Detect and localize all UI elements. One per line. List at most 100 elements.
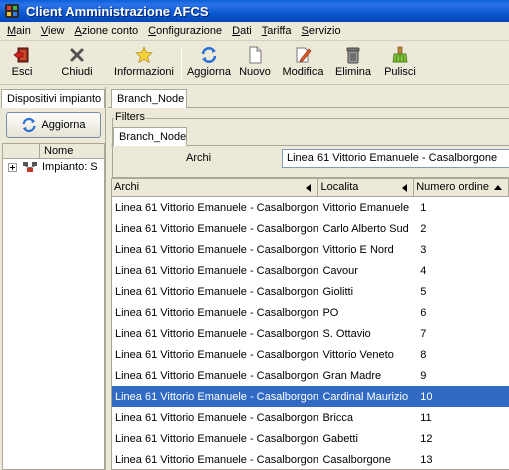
sort-left-arrow-icon xyxy=(402,184,408,192)
cell-numero-ordine: 1 xyxy=(420,201,427,214)
table-row[interactable]: Linea 61 Vittorio Emanuele - Casalborgon… xyxy=(112,260,509,281)
table-row[interactable]: Linea 61 Vittorio Emanuele - Casalborgon… xyxy=(112,386,509,407)
cell-localita: S. Ottavio xyxy=(322,327,371,340)
cell-numero-ordine: 10 xyxy=(420,390,433,403)
nuovo-button[interactable]: Nuovo xyxy=(233,42,277,85)
filter-archi-label: Archi xyxy=(186,152,212,164)
device-tree[interactable]: Nome Impianto: S xyxy=(2,143,105,470)
aggiorna-button[interactable]: Aggiorna xyxy=(6,112,101,138)
cell-localita: PO xyxy=(322,306,339,319)
table-row[interactable]: Linea 61 Vittorio Emanuele - Casalborgon… xyxy=(112,197,509,218)
pulisci-label: Pulisci xyxy=(384,66,416,78)
cell-archi: Linea 61 Vittorio Emanuele - Casalborgon… xyxy=(115,243,319,256)
nuovo-label: Nuovo xyxy=(239,66,271,78)
left-panel: Dispositivi impianto Aggiorna Nome Impia… xyxy=(0,87,106,470)
informazioni-button[interactable]: Informazioni xyxy=(110,42,178,85)
column-header-archi[interactable]: Archi xyxy=(112,179,319,196)
cell-localita: Gabetti xyxy=(322,432,358,445)
tree-header: Nome xyxy=(3,144,104,159)
tab-dispositivi-impianto[interactable]: Dispositivi impianto xyxy=(1,89,105,108)
cell-localita: Casalborgone xyxy=(322,453,391,466)
chiudi-label: Chiudi xyxy=(61,66,93,78)
table-body: Linea 61 Vittorio Emanuele - Casalborgon… xyxy=(112,197,509,469)
elimina-button[interactable]: Elimina xyxy=(329,42,377,85)
title-bar[interactable]: Client Amministrazione AFCS xyxy=(0,0,509,22)
window-title: Client Amministrazione AFCS xyxy=(26,3,209,19)
sort-left-arrow-icon xyxy=(306,184,312,192)
table-row[interactable]: Linea 61 Vittorio Emanuele - Casalborgon… xyxy=(112,365,509,386)
table-row[interactable]: Linea 61 Vittorio Emanuele - Casalborgon… xyxy=(112,407,509,428)
column-header-label: Numero ordine xyxy=(416,181,489,193)
cell-archi: Linea 61 Vittorio Emanuele - Casalborgon… xyxy=(115,390,319,403)
cell-localita: Giolitti xyxy=(322,285,354,298)
aggiorna-toolbar-button[interactable]: Aggiorna xyxy=(185,42,233,85)
esci-label: Esci xyxy=(11,66,33,78)
tree-item-impianto[interactable]: Impianto: S xyxy=(3,159,104,175)
tree-item-label: Impianto: S xyxy=(42,161,98,173)
table-row[interactable]: Linea 61 Vittorio Emanuele - Casalborgon… xyxy=(112,302,509,323)
aggiorna-toolbar-label: Aggiorna xyxy=(186,66,232,78)
table-header: Archi Localita Numero ordine xyxy=(112,179,509,197)
filters-label: Filters xyxy=(114,111,146,123)
column-header-label: Archi xyxy=(114,181,140,193)
table-row[interactable]: Linea 61 Vittorio Emanuele - Casalborgon… xyxy=(112,218,509,239)
cell-archi: Linea 61 Vittorio Emanuele - Casalborgon… xyxy=(115,369,319,382)
cell-numero-ordine: 12 xyxy=(420,432,433,445)
cell-numero-ordine: 5 xyxy=(420,285,427,298)
cell-archi: Linea 61 Vittorio Emanuele - Casalborgon… xyxy=(115,264,319,277)
menu-tariffa[interactable]: Tariffa xyxy=(257,22,297,41)
cell-numero-ordine: 6 xyxy=(420,306,427,319)
toolbar: Esci Chiudi Informazioni Aggiorna Nuovo … xyxy=(0,42,509,85)
table-row[interactable]: Linea 61 Vittorio Emanuele - Casalborgon… xyxy=(112,449,509,469)
cell-numero-ordine: 3 xyxy=(420,243,427,256)
menu-configurazione[interactable]: Configurazione xyxy=(143,22,227,41)
tree-header-nome[interactable]: Nome xyxy=(40,144,104,158)
menu-mnemonic: A xyxy=(74,24,82,37)
menu-view[interactable]: View xyxy=(36,22,70,41)
cell-archi: Linea 61 Vittorio Emanuele - Casalborgon… xyxy=(115,327,319,340)
cell-numero-ordine: 7 xyxy=(420,327,427,340)
refresh-icon xyxy=(21,117,37,133)
table-row[interactable]: Linea 61 Vittorio Emanuele - Casalborgon… xyxy=(112,344,509,365)
expand-plus-icon[interactable] xyxy=(8,162,17,172)
cell-archi: Linea 61 Vittorio Emanuele - Casalborgon… xyxy=(115,222,319,235)
cell-numero-ordine: 8 xyxy=(420,348,427,361)
close-x-icon xyxy=(68,46,86,64)
table-row[interactable]: Linea 61 Vittorio Emanuele - Casalborgon… xyxy=(112,323,509,344)
aggiorna-button-label: Aggiorna xyxy=(41,119,86,131)
filter-archi-field[interactable]: Linea 61 Vittorio Emanuele - Casalborgon… xyxy=(282,149,509,168)
cell-archi: Linea 61 Vittorio Emanuele - Casalborgon… xyxy=(115,432,319,445)
cell-localita: Gran Madre xyxy=(322,369,382,382)
data-table[interactable]: Archi Localita Numero ordine Linea 61 Vi… xyxy=(111,178,509,470)
esci-button[interactable]: Esci xyxy=(0,42,44,85)
menu-label-rest: iew xyxy=(48,24,65,37)
menu-servizio[interactable]: Servizio xyxy=(296,22,345,41)
menu-label-rest: ati xyxy=(240,24,252,37)
cell-localita: Cavour xyxy=(322,264,358,277)
filter-tab-branch-node[interactable]: Branch_Node xyxy=(113,127,187,146)
cell-numero-ordine: 4 xyxy=(420,264,427,277)
table-row[interactable]: Linea 61 Vittorio Emanuele - Casalborgon… xyxy=(112,281,509,302)
cell-localita: Vittorio Veneto xyxy=(322,348,394,361)
cell-localita: Bricca xyxy=(322,411,354,424)
modifica-button[interactable]: Modifica xyxy=(277,42,329,85)
tree-header-spacer xyxy=(3,144,40,158)
cell-archi: Linea 61 Vittorio Emanuele - Casalborgon… xyxy=(115,453,319,466)
cell-archi: Linea 61 Vittorio Emanuele - Casalborgon… xyxy=(115,201,319,214)
table-row[interactable]: Linea 61 Vittorio Emanuele - Casalborgon… xyxy=(112,239,509,260)
pulisci-button[interactable]: Pulisci xyxy=(377,42,423,85)
refresh-icon xyxy=(200,46,218,64)
column-header-numero-ordine[interactable]: Numero ordine xyxy=(414,179,509,196)
menu-azione-conto[interactable]: Azione conto xyxy=(70,22,144,41)
tab-branch-node[interactable]: Branch_Node xyxy=(111,89,187,108)
menu-main[interactable]: Main xyxy=(0,22,36,41)
table-row[interactable]: Linea 61 Vittorio Emanuele - Casalborgon… xyxy=(112,428,509,449)
plant-network-icon xyxy=(22,161,38,173)
chiudi-button[interactable]: Chiudi xyxy=(44,42,110,85)
column-header-localita[interactable]: Localita xyxy=(318,179,415,196)
cell-archi: Linea 61 Vittorio Emanuele - Casalborgon… xyxy=(115,348,319,361)
menu-dati[interactable]: Dati xyxy=(227,22,257,41)
trash-icon xyxy=(344,46,362,64)
cell-archi: Linea 61 Vittorio Emanuele - Casalborgon… xyxy=(115,285,319,298)
cell-localita: Vittorio Emanuele xyxy=(322,201,410,214)
